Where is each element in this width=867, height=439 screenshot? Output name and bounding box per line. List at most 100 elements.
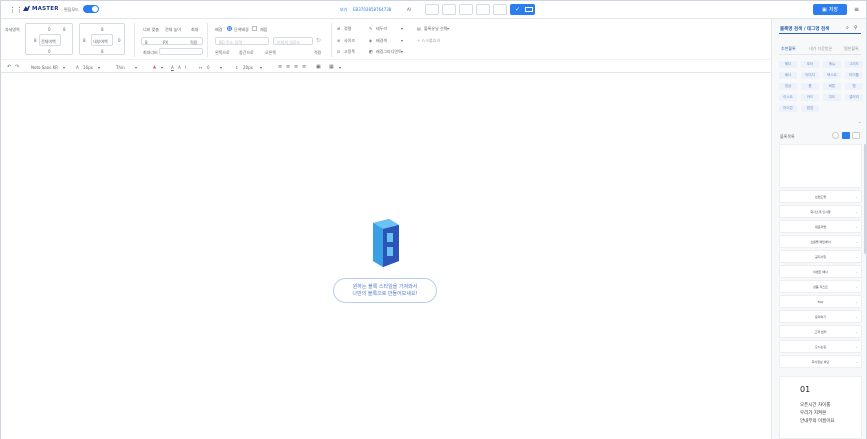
chevron-down-icon[interactable]: ⌄	[855, 341, 858, 354]
chevron-down-icon[interactable]: ▾	[339, 65, 341, 70]
chevron-down-icon[interactable]: ⌄	[855, 356, 858, 369]
collapse-icon[interactable]: ⌃	[858, 121, 861, 126]
bg-fill-checkbox[interactable]	[252, 26, 257, 31]
block-card[interactable]: 고객 센터 ⌄	[779, 325, 862, 338]
tab-recommended[interactable]: 추천블록	[781, 46, 796, 52]
category-chip[interactable]: 텍스트	[823, 72, 841, 79]
block-card[interactable]: 공지사항 ⌄	[779, 250, 862, 263]
block-card[interactable]: 회사소개 인사말 ⌄	[779, 205, 862, 218]
grid-view-icon[interactable]	[852, 132, 860, 139]
chevron-down-icon[interactable]: ⌄	[855, 296, 858, 309]
chevron-down-icon[interactable]: ▾	[98, 65, 100, 70]
letter-spacing-value[interactable]: 0	[207, 65, 210, 70]
desktop-view-button[interactable]	[521, 4, 535, 15]
category-chip[interactable]: 배너	[779, 72, 797, 79]
pos-apply[interactable]: 적용	[314, 50, 321, 56]
category-chip[interactable]: 그리드	[845, 61, 863, 68]
doc-id[interactable]: EB3703858764738	[353, 7, 391, 12]
chevron-down-icon[interactable]: ⌄	[855, 281, 858, 294]
device-btn-1[interactable]	[425, 4, 439, 15]
align-right-icon[interactable]: ≡	[294, 64, 298, 70]
pos-center[interactable]: 중간으로	[239, 50, 254, 56]
category-chip[interactable]: 헤더	[779, 61, 797, 68]
bg-radio-solid[interactable]	[227, 26, 232, 31]
chevron-down-icon[interactable]: ⌄	[855, 251, 858, 264]
block-card[interactable]: 오시는길 ⌄	[779, 340, 862, 353]
chevron-down-icon[interactable]: ▾	[63, 65, 65, 70]
chevron-down-icon[interactable]: ▾	[161, 65, 163, 70]
tab-liked[interactable]: 찜한블록	[844, 46, 859, 52]
align-center-icon[interactable]: ≡	[286, 64, 290, 70]
tool-gradient[interactable]: 배경그라디언트	[376, 49, 402, 55]
category-chip[interactable]: 타이틀	[845, 72, 863, 79]
padding-bottom[interactable]: 8	[101, 49, 104, 54]
margin-top[interactable]: 0	[48, 27, 51, 32]
refresh-icon[interactable]	[832, 132, 839, 139]
device-btn-3[interactable]	[459, 4, 473, 15]
text-color-icon[interactable]: ▲	[153, 64, 156, 69]
chevron-down-icon[interactable]: ⌄	[855, 221, 858, 234]
tool-bgcolor[interactable]: 배경색	[376, 38, 387, 44]
block-card[interactable]: 쇼핑몰 메인배너 ⌄	[779, 235, 862, 248]
chevron-down-icon[interactable]: ⌄	[855, 191, 858, 204]
block-card[interactable]: 회사정보 하단 ⌄	[779, 355, 862, 368]
tab-downloaded[interactable]: 내가 다운받은	[809, 46, 832, 52]
tune-icon[interactable]: ⚲	[854, 25, 858, 31]
font-weight-select[interactable]: Thin	[116, 65, 125, 70]
width-input[interactable]: 8 PX 적용	[141, 37, 203, 45]
block-card[interactable]: 브랜드명 ⌄	[779, 190, 862, 203]
pos-right[interactable]: 오른쪽	[265, 50, 276, 56]
category-chip[interactable]: 아이콘	[779, 105, 797, 112]
tool-fixed[interactable]: 고정폭	[344, 49, 355, 55]
font-family-select[interactable]: Noto Sans KR	[31, 65, 58, 70]
margin-right[interactable]: 8	[63, 27, 66, 32]
redo-icon[interactable]: ↷	[15, 64, 19, 70]
block-card[interactable]: FAQ ⌄	[779, 295, 862, 308]
category-chip[interactable]: 폼	[801, 83, 819, 90]
chevron-down-icon[interactable]: ▾	[401, 38, 403, 43]
align-left-icon[interactable]: ≡	[278, 64, 282, 70]
block-card-big[interactable]: 01 오픈시간 차이를 우리가 지켜본 안내부의 이름이요	[779, 376, 862, 439]
chevron-down-icon[interactable]: ▾	[447, 26, 449, 31]
tool-unit-select[interactable]: 블록유닛 선택	[424, 26, 447, 32]
tool-align[interactable]: 정렬	[344, 26, 351, 32]
tool-scroll-effect[interactable]: + 스크롤효과	[417, 38, 440, 44]
preview-empty-card[interactable]	[779, 144, 862, 188]
hamburger-icon[interactable]: ≡	[854, 6, 859, 13]
tool-size[interactable]: 사이즈	[344, 38, 355, 44]
font-size-select[interactable]: 16px	[83, 65, 93, 70]
padding-right[interactable]: 0	[118, 38, 121, 43]
category-chip[interactable]: 푸터	[801, 61, 819, 68]
tool-border[interactable]: 테두리	[376, 26, 387, 32]
panel-scrollbar[interactable]	[864, 144, 866, 254]
category-chip[interactable]: 지도	[823, 94, 841, 101]
chevron-down-icon[interactable]: ▾	[401, 49, 403, 54]
block-card[interactable]: 상품 리스트 ⌄	[779, 280, 862, 293]
category-chip[interactable]: 팝업	[801, 105, 819, 112]
device-btn-2[interactable]	[442, 4, 456, 15]
strike-icon[interactable]: Ⅰ	[185, 65, 186, 70]
chevron-down-icon[interactable]: ⌄	[855, 326, 858, 339]
chevron-down-icon[interactable]: ⌄	[855, 266, 858, 279]
chevron-down-icon[interactable]: ▾	[260, 65, 262, 70]
chevron-down-icon[interactable]: ⌄	[855, 206, 858, 219]
pos-left[interactable]: 왼쪽으로	[215, 50, 230, 56]
category-chip[interactable]: 영상	[779, 83, 797, 90]
padding-left[interactable]: 8	[83, 38, 86, 43]
line-height-value[interactable]: 20px	[243, 65, 253, 70]
refresh-icon[interactable]: ↻	[316, 37, 321, 44]
bg-upload-input[interactable]: 이미지 업로드	[273, 37, 313, 45]
chevron-down-icon[interactable]: ⌄	[855, 311, 858, 324]
width-fix[interactable]: 적용	[190, 40, 197, 46]
block-card[interactable]: 문의하기 ⌄	[779, 310, 862, 323]
device-btn-4[interactable]	[476, 4, 490, 15]
search-icon[interactable]: ⌕	[846, 25, 849, 31]
chevron-down-icon[interactable]: ▾	[135, 65, 137, 70]
margin-left[interactable]: 8	[34, 38, 37, 43]
block-card[interactable]: 이벤트 배너 ⌄	[779, 265, 862, 278]
save-button[interactable]: ▣ 저장	[813, 4, 847, 15]
grid-menu-icon[interactable]: ⋮⋮	[9, 6, 23, 14]
width-default[interactable]: 최대	[191, 27, 198, 33]
block-card[interactable]: 대표자명 ⌄	[779, 220, 862, 233]
chevron-down-icon[interactable]: ⌄	[855, 236, 858, 249]
